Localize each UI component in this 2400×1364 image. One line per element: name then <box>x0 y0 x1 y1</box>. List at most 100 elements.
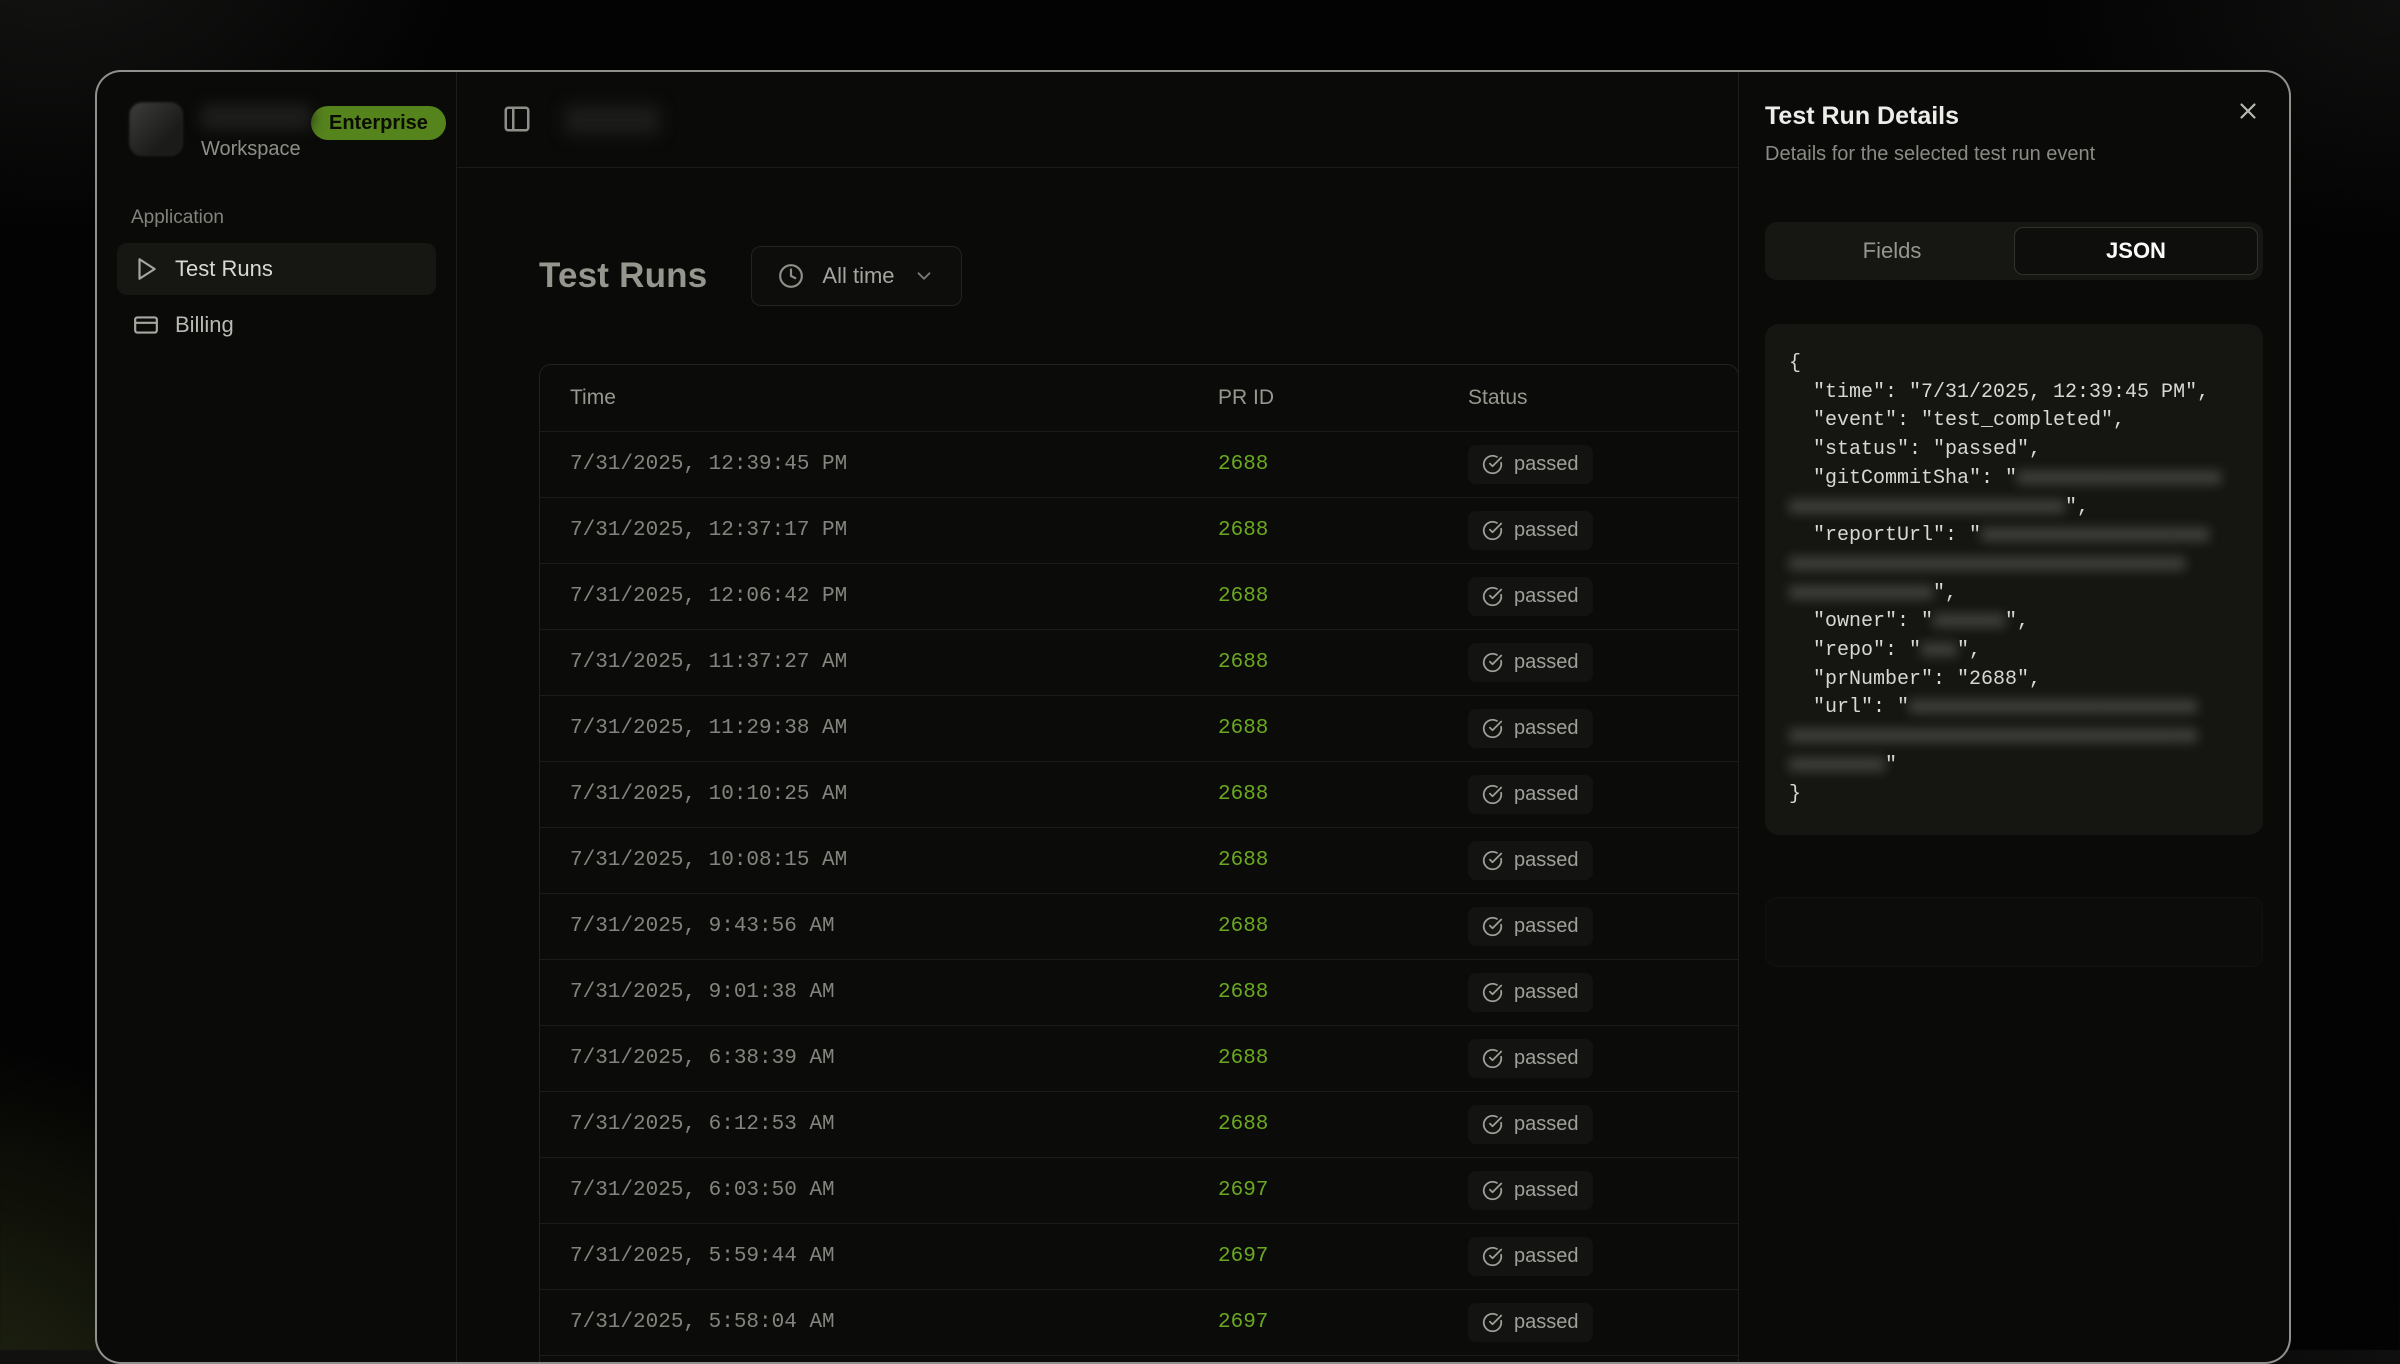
pr-id-link[interactable]: 2688 <box>1218 717 1268 740</box>
status-badge: passed <box>1468 445 1593 484</box>
status-badge: passed <box>1468 1303 1593 1342</box>
details-subtitle: Details for the selected test run event <box>1765 143 2263 166</box>
pr-id-link[interactable]: 2688 <box>1218 519 1268 542</box>
circle-check-icon <box>1482 1180 1503 1201</box>
run-time: 7/31/2025, 6:12:53 AM <box>540 1113 1188 1136</box>
table-row[interactable]: 7/31/2025, 12:39:45 PM 2688 passed <box>540 431 1738 497</box>
redacted-text: xxxxxxxxxxxx <box>1789 582 1933 605</box>
pr-id-link[interactable]: 2697 <box>1218 1245 1268 1268</box>
status-label: passed <box>1514 1311 1579 1334</box>
top-bar <box>457 72 1738 168</box>
sidebar-item-label: Test Runs <box>175 256 273 282</box>
run-time: 7/31/2025, 11:29:38 AM <box>540 717 1188 740</box>
table-row[interactable]: 7/31/2025, 11:37:27 AM 2688 passed <box>540 629 1738 695</box>
close-button[interactable] <box>2235 94 2269 128</box>
status-label: passed <box>1514 981 1579 1004</box>
table-row[interactable]: 7/31/2025, 5:59:44 AM 2697 passed <box>540 1223 1738 1289</box>
table-row[interactable]: 7/31/2025, 10:10:25 AM 2688 passed <box>540 761 1738 827</box>
play-icon <box>133 256 159 282</box>
status-label: passed <box>1514 651 1579 674</box>
time-filter-dropdown[interactable]: All time <box>751 246 961 306</box>
status-badge: passed <box>1468 643 1593 682</box>
pr-id-link[interactable]: 2688 <box>1218 915 1268 938</box>
close-icon <box>2235 98 2269 124</box>
sidebar-item-test-runs[interactable]: Test Runs <box>117 243 436 295</box>
panel-left-icon <box>502 104 532 136</box>
redacted-text: xxxxxx <box>1933 610 2005 633</box>
page-title: Test Runs <box>539 256 707 296</box>
circle-check-icon <box>1482 586 1503 607</box>
pr-id-link[interactable]: 2697 <box>1218 1311 1268 1334</box>
breadcrumb-redacted <box>564 105 660 135</box>
redacted-text: xxx <box>1921 639 1957 662</box>
pr-id-link[interactable]: 2688 <box>1218 1047 1268 1070</box>
table-row[interactable]: 7/31/2025, 5:58:04 AM 2697 passed <box>540 1289 1738 1355</box>
status-label: passed <box>1514 1179 1579 1202</box>
tab-json[interactable]: JSON <box>2014 227 2258 275</box>
run-time: 7/31/2025, 10:10:25 AM <box>540 783 1188 806</box>
workspace-label: Workspace <box>201 138 311 161</box>
circle-check-icon <box>1482 1246 1503 1267</box>
redacted-text: xxxxxxxxxxxxxxxxxxxxxxxxxxxxxxxxxx <box>1789 725 2197 748</box>
pr-id-link[interactable]: 2697 <box>1218 1179 1268 1202</box>
table-row[interactable]: 7/31/2025, 12:37:17 PM 2688 passed <box>540 497 1738 563</box>
table-header-row: Time PR ID Status <box>540 365 1738 431</box>
run-time: 7/31/2025, 10:08:15 AM <box>540 849 1188 872</box>
circle-check-icon <box>1482 454 1503 475</box>
run-time: 7/31/2025, 12:39:45 PM <box>540 453 1188 476</box>
table-row[interactable]: 7/31/2025, 11:29:38 AM 2688 passed <box>540 695 1738 761</box>
table-row[interactable]: 7/31/2025, 6:38:39 AM 2688 passed <box>540 1025 1738 1091</box>
workspace-switcher[interactable]: Workspace Enterprise <box>117 94 436 161</box>
run-time: 7/31/2025, 6:38:39 AM <box>540 1047 1188 1070</box>
pr-id-link[interactable]: 2688 <box>1218 585 1268 608</box>
column-header-status: Status <box>1438 386 1738 410</box>
sidebar-toggle-button[interactable] <box>502 104 534 136</box>
sidebar-item-billing[interactable]: Billing <box>117 299 436 351</box>
column-header-pr-id: PR ID <box>1188 386 1438 410</box>
table-row[interactable]: 7/31/2025, 6:03:50 AM 2697 passed <box>540 1157 1738 1223</box>
circle-check-icon <box>1482 1048 1503 1069</box>
table-row[interactable]: 7/31/2025, 10:08:15 AM 2688 passed <box>540 827 1738 893</box>
pr-id-link[interactable]: 2688 <box>1218 849 1268 872</box>
run-time: 7/31/2025, 9:43:56 AM <box>540 915 1188 938</box>
redacted-text: xxxxxxxxxxxxxxxxx <box>2017 467 2221 490</box>
redacted-text: xxxxxxxxxxxxxxxxxxxxxxxxxxxxxxxxx <box>1789 553 2185 576</box>
redacted-text: xxxxxxxx <box>1789 754 1885 777</box>
run-time: 7/31/2025, 9:01:38 AM <box>540 981 1188 1004</box>
status-badge: passed <box>1468 1039 1593 1078</box>
pr-id-link[interactable]: 2688 <box>1218 651 1268 674</box>
status-label: passed <box>1514 717 1579 740</box>
tab-fields[interactable]: Fields <box>1770 227 2014 275</box>
app-window: Workspace Enterprise Application Test Ru… <box>95 70 2291 1364</box>
main-area: Test Runs All time Time PR ID Status <box>457 72 1738 1362</box>
table-row[interactable]: 7/31/2025, 5:51:23 AM 2697 passed <box>540 1355 1738 1364</box>
circle-check-icon <box>1482 718 1503 739</box>
status-badge: passed <box>1468 973 1593 1012</box>
details-tabs: Fields JSON <box>1765 222 2263 280</box>
column-header-time: Time <box>540 386 1188 410</box>
chevron-down-icon <box>913 265 935 287</box>
pr-id-link[interactable]: 2688 <box>1218 1113 1268 1136</box>
table-row[interactable]: 7/31/2025, 9:01:38 AM 2688 passed <box>540 959 1738 1025</box>
redacted-text: xxxxxxxxxxxxxxxxxxx <box>1981 524 2209 547</box>
pr-id-link[interactable]: 2688 <box>1218 981 1268 1004</box>
status-label: passed <box>1514 783 1579 806</box>
details-title: Test Run Details <box>1765 102 2263 131</box>
status-label: passed <box>1514 453 1579 476</box>
run-time: 7/31/2025, 5:58:04 AM <box>540 1311 1188 1334</box>
workspace-avatar <box>129 102 183 156</box>
status-label: passed <box>1514 1245 1579 1268</box>
circle-check-icon <box>1482 520 1503 541</box>
table-row[interactable]: 7/31/2025, 12:06:42 PM 2688 passed <box>540 563 1738 629</box>
run-time: 7/31/2025, 11:37:27 AM <box>540 651 1188 674</box>
table-row[interactable]: 7/31/2025, 9:43:56 AM 2688 passed <box>540 893 1738 959</box>
page-content: Test Runs All time Time PR ID Status <box>457 168 1738 1364</box>
pr-id-link[interactable]: 2688 <box>1218 453 1268 476</box>
table-row[interactable]: 7/31/2025, 6:12:53 AM 2688 passed <box>540 1091 1738 1157</box>
status-label: passed <box>1514 585 1579 608</box>
credit-card-icon <box>133 312 159 338</box>
plan-badge: Enterprise <box>311 106 446 140</box>
run-time: 7/31/2025, 5:59:44 AM <box>540 1245 1188 1268</box>
pr-id-link[interactable]: 2688 <box>1218 783 1268 806</box>
status-badge: passed <box>1468 775 1593 814</box>
